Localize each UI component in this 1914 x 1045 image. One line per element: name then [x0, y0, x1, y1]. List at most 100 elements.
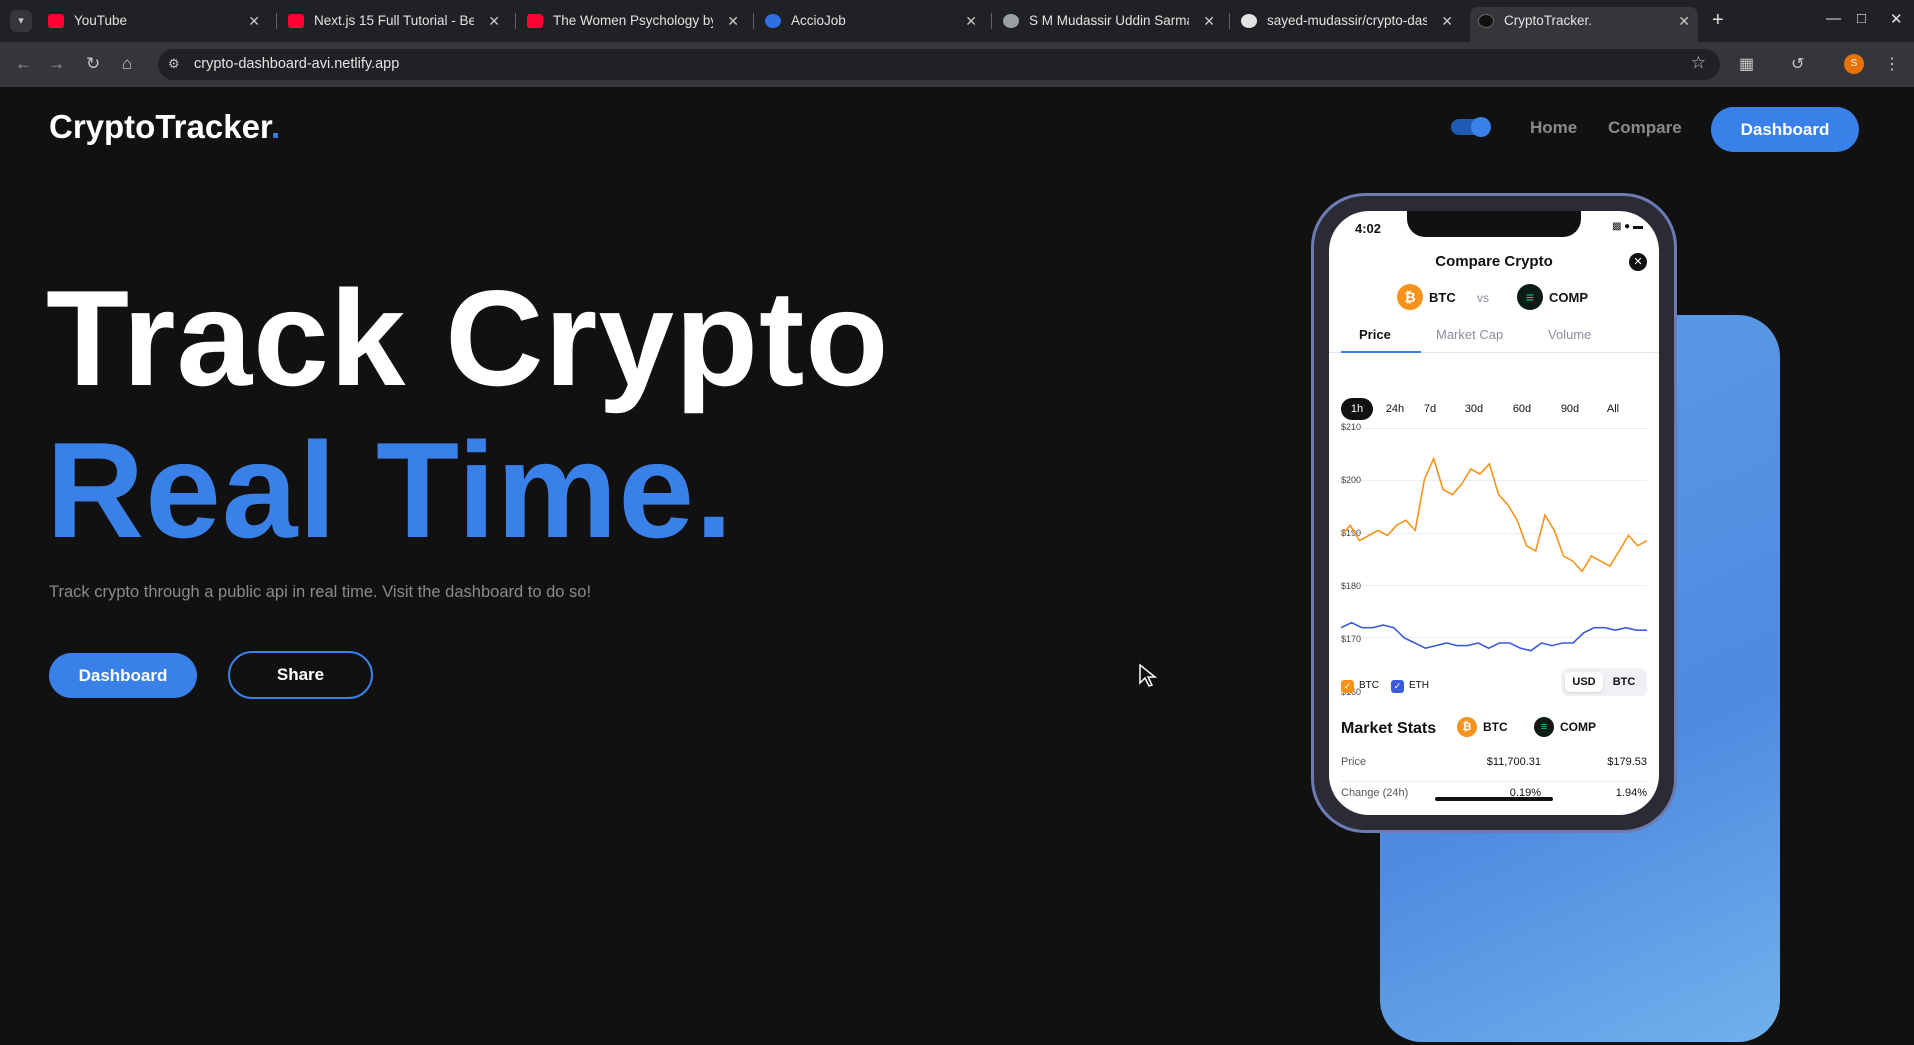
- tab-volume[interactable]: Volume: [1548, 327, 1591, 342]
- cryptotracker-favicon-icon: [1478, 14, 1494, 28]
- tab-price[interactable]: Price: [1359, 327, 1391, 342]
- mouse-cursor-icon: [1139, 663, 1158, 687]
- coin-b-label[interactable]: COMP: [1549, 290, 1588, 305]
- extensions-icon[interactable]: ▦: [1739, 54, 1754, 74]
- nav-dashboard-button[interactable]: Dashboard: [1711, 107, 1859, 152]
- status-icons: ▩ ● ▬: [1611, 221, 1643, 232]
- theme-toggle[interactable]: [1451, 117, 1491, 137]
- nav-link-compare[interactable]: Compare: [1608, 118, 1682, 138]
- range-24h[interactable]: 24h: [1379, 398, 1411, 420]
- series-line-btc: [1341, 456, 1647, 573]
- legend-checkbox-eth[interactable]: ✓: [1391, 680, 1404, 693]
- market-stats-title: Market Stats: [1341, 720, 1437, 737]
- tab-divider: [991, 13, 992, 29]
- tab-title: The Women Psychology by S: [553, 13, 713, 28]
- range-7d[interactable]: 7d: [1414, 398, 1446, 420]
- github-icon: [1241, 14, 1257, 28]
- active-tab-underline: [1341, 351, 1421, 353]
- tab-title: AccioJob: [791, 13, 846, 28]
- phone-screen: 4:02 ▩ ● ▬ Compare Crypto ✕ ₿ BTC vs ≡ C…: [1329, 211, 1659, 815]
- new-tab-icon[interactable]: +: [1712, 9, 1724, 32]
- currency-usd[interactable]: USD: [1565, 672, 1603, 692]
- minimize-icon[interactable]: —: [1826, 10, 1841, 27]
- phone-mockup: 4:02 ▩ ● ▬ Compare Crypto ✕ ₿ BTC vs ≡ C…: [1311, 193, 1677, 833]
- stat-row-price: Price $11,700.31 $179.53: [1341, 748, 1647, 782]
- close-tab-icon[interactable]: ✕: [1203, 7, 1215, 35]
- page-content: CryptoTracker. Home Compare Dashboard Tr…: [0, 87, 1914, 1045]
- home-indicator: [1435, 797, 1553, 801]
- hero-subtitle: Track crypto through a public api in rea…: [49, 583, 592, 601]
- bitcoin-icon: ₿: [1457, 717, 1477, 737]
- series-line-eth: [1341, 621, 1647, 652]
- range-30d[interactable]: 30d: [1458, 398, 1490, 420]
- stat-label: Price: [1341, 756, 1367, 768]
- youtube-icon: [288, 14, 304, 28]
- close-icon[interactable]: ✕: [1629, 253, 1647, 271]
- range-60d[interactable]: 60d: [1506, 398, 1538, 420]
- home-icon[interactable]: ⌂: [122, 54, 132, 74]
- browser-tab-portfolio[interactable]: S M Mudassir Uddin Sarmad ✕: [995, 7, 1223, 35]
- range-90d[interactable]: 90d: [1554, 398, 1586, 420]
- tab-market-cap[interactable]: Market Cap: [1436, 327, 1503, 342]
- profile-avatar[interactable]: S: [1844, 54, 1864, 74]
- hero-share-button[interactable]: Share: [228, 651, 373, 699]
- history-icon[interactable]: ↺: [1791, 54, 1804, 74]
- hero-heading-line2: Real Time.: [46, 414, 734, 566]
- tab-title: CryptoTracker.: [1504, 13, 1593, 28]
- window-close-icon[interactable]: ✕: [1890, 10, 1903, 28]
- site-logo[interactable]: CryptoTracker.: [49, 108, 280, 146]
- hero-dashboard-button[interactable]: Dashboard: [49, 653, 197, 698]
- range-all[interactable]: All: [1597, 398, 1629, 420]
- close-tab-icon[interactable]: ✕: [727, 7, 739, 35]
- menu-kebab-icon[interactable]: ⋮: [1884, 54, 1900, 74]
- metric-tabs: Price Market Cap Volume: [1329, 317, 1659, 353]
- tab-divider: [515, 13, 516, 29]
- tab-divider: [1229, 13, 1230, 29]
- close-tab-icon[interactable]: ✕: [1441, 7, 1453, 35]
- forward-icon[interactable]: →: [48, 54, 65, 74]
- browser-tab-cryptotracker[interactable]: CryptoTracker. ✕: [1470, 7, 1698, 42]
- close-tab-icon[interactable]: ✕: [965, 7, 977, 35]
- hero-heading-line1: Track Crypto: [46, 262, 890, 414]
- logo-dot: .: [270, 108, 281, 145]
- compare-modal-title: Compare Crypto: [1435, 253, 1553, 270]
- bookmark-star-icon[interactable]: ☆: [1691, 53, 1706, 73]
- vs-label: vs: [1477, 291, 1489, 305]
- compound-icon: ≡: [1534, 717, 1554, 737]
- nav-link-home[interactable]: Home: [1530, 118, 1577, 138]
- stat-label: Change (24h): [1341, 787, 1409, 799]
- browser-tab-acciojob[interactable]: AccioJob ✕: [757, 7, 985, 35]
- browser-tab-github[interactable]: sayed-mudassir/crypto-dash ✕: [1233, 7, 1461, 35]
- currency-toggle: USD BTC: [1561, 668, 1647, 696]
- close-tab-icon[interactable]: ✕: [488, 7, 500, 35]
- stat-row-change: Change (24h) 0.19% 1.94%: [1341, 779, 1647, 813]
- legend-checkbox-btc[interactable]: ✓: [1341, 680, 1354, 693]
- coin-a-label[interactable]: BTC: [1429, 290, 1456, 305]
- back-icon[interactable]: ←: [15, 54, 32, 74]
- tab-title: S M Mudassir Uddin Sarmad: [1029, 13, 1189, 28]
- close-tab-icon[interactable]: ✕: [248, 7, 260, 35]
- tab-title: sayed-mudassir/crypto-dash: [1267, 13, 1427, 28]
- price-chart: [1341, 456, 1647, 652]
- browser-tab-youtube[interactable]: YouTube ✕: [40, 7, 268, 35]
- phone-time: 4:02: [1355, 221, 1382, 236]
- youtube-icon: [48, 14, 64, 28]
- compound-icon: ≡: [1517, 284, 1543, 310]
- browser-toolbar: ← → ↻ ⌂ ⚙ crypto-dashboard-avi.netlify.a…: [0, 42, 1914, 87]
- youtube-icon: [527, 14, 543, 28]
- browser-tab-women-psychology[interactable]: The Women Psychology by S ✕: [519, 7, 747, 35]
- maximize-icon[interactable]: □: [1857, 10, 1866, 27]
- reload-icon[interactable]: ↻: [86, 54, 100, 74]
- range-1h[interactable]: 1h: [1341, 398, 1373, 420]
- address-bar[interactable]: ⚙ crypto-dashboard-avi.netlify.app ☆: [158, 49, 1720, 80]
- stat-value-b: 1.94%: [1615, 787, 1647, 799]
- site-info-icon[interactable]: ⚙: [168, 56, 180, 72]
- stats-coin-a: BTC: [1483, 720, 1508, 734]
- phone-notch: [1407, 211, 1581, 237]
- close-tab-icon[interactable]: ✕: [1678, 7, 1690, 35]
- tab-title: Next.js 15 Full Tutorial - Begi: [314, 13, 474, 28]
- acciojob-icon: [765, 14, 781, 28]
- browser-tab-nextjs[interactable]: Next.js 15 Full Tutorial - Begi ✕: [280, 7, 508, 35]
- currency-btc[interactable]: BTC: [1605, 672, 1643, 692]
- tab-search-icon[interactable]: ▾: [10, 10, 32, 32]
